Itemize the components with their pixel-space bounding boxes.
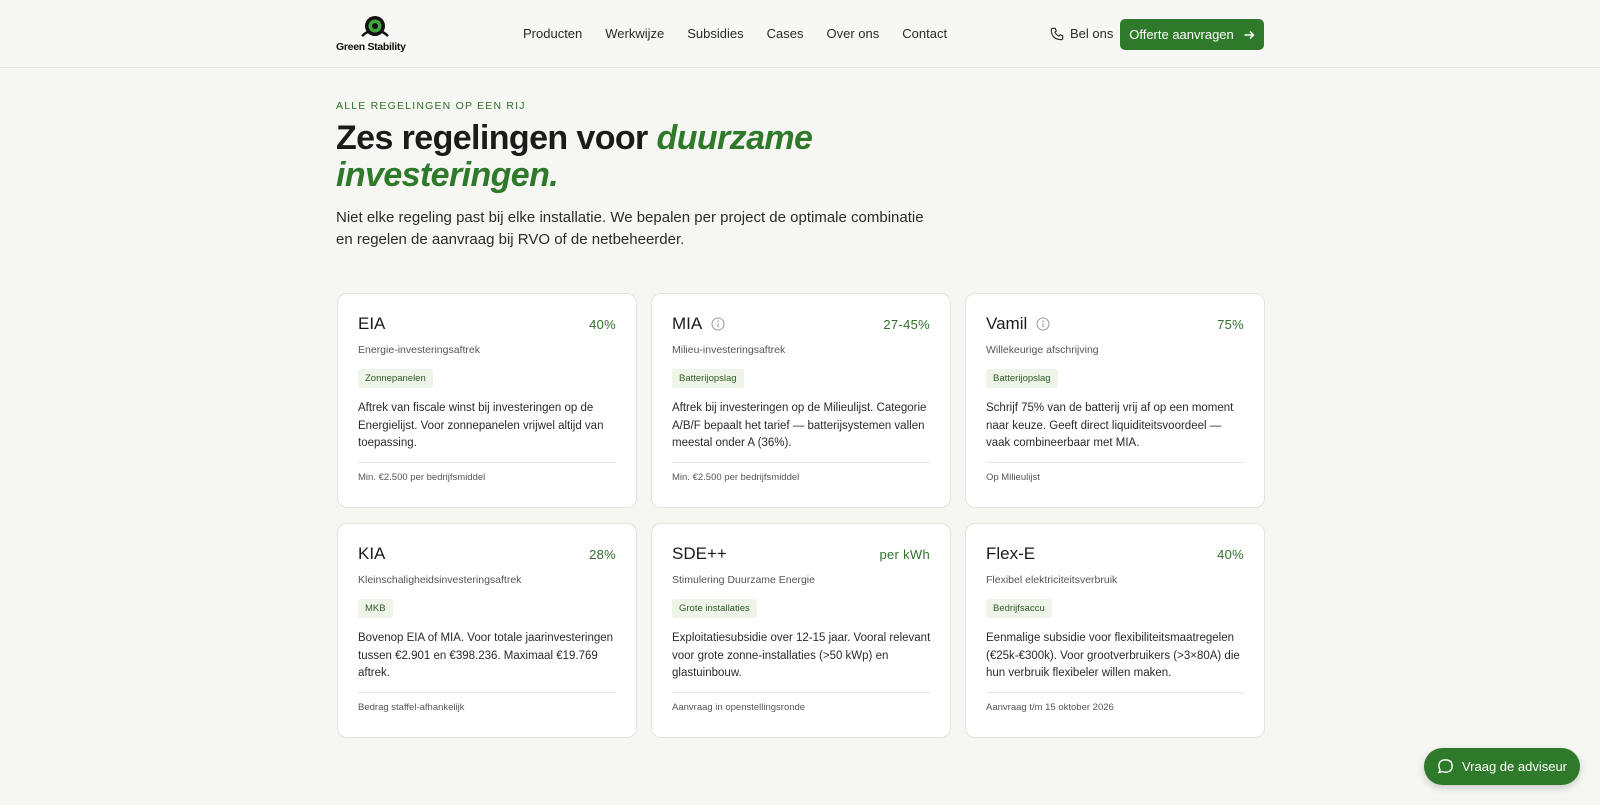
scheme-card-footer: Bedrag staffel-afhankelijk: [358, 702, 465, 713]
info-icon[interactable]: [711, 317, 725, 331]
intro-text: Niet elke regeling past bij elke install…: [336, 209, 924, 248]
scheme-card-title: MIA: [672, 314, 725, 334]
logo-text: Green Stability: [336, 41, 406, 53]
nav-item-over-ons[interactable]: Over ons: [827, 26, 880, 41]
nav-item-contact[interactable]: Contact: [902, 26, 947, 41]
scheme-card-subtitle: Milieu-investeringsaftrek: [672, 344, 786, 356]
scheme-card-rate: 28%: [589, 547, 616, 562]
scheme-card-description: Aftrek bij investeringen op de Milieulij…: [672, 402, 927, 449]
page-title-plain: Zes regelingen voor: [336, 119, 657, 157]
nav-item-producten[interactable]: Producten: [523, 26, 582, 41]
scheme-card-tag: Batterijopslag: [672, 369, 744, 388]
scheme-card-tag: Bedrijfsaccu: [986, 599, 1052, 618]
scheme-card-rate: 40%: [1217, 547, 1244, 562]
scheme-card-subtitle: Kleinschaligheidsinvesteringsaftrek: [358, 574, 522, 586]
scheme-card-title: Vamil: [986, 314, 1050, 334]
scheme-card-name: MIA: [672, 314, 703, 333]
main-nav: Producten Werkwijze Subsidies Cases Over…: [523, 26, 970, 41]
scheme-card-title: Flex-E: [986, 544, 1035, 564]
phone-icon: [1050, 27, 1064, 40]
scheme-card-footer: Op Milieulijst: [986, 472, 1040, 483]
scheme-card-description: Bovenop EIA of MIA. Voor totale jaarinve…: [358, 632, 614, 679]
scheme-card-name: Vamil: [986, 314, 1028, 333]
page-title: Zes regelingen voor duurzame investering…: [336, 120, 976, 194]
chat-advisor-button[interactable]: Vraag de adviseur: [1424, 748, 1580, 785]
call-label: Bel ons: [1070, 26, 1114, 41]
scheme-card: Flex-E 40% Flexibel elektriciteitsverbruik…: [965, 523, 1265, 738]
logo-mark-icon: [361, 16, 389, 37]
scheme-card: SDE++ per kWh Stimulering Duurzame Energie…: [651, 523, 951, 738]
scheme-card-subtitle: Flexibel elektriciteitsverbruik: [986, 574, 1118, 586]
quote-request-button[interactable]: Offerte aanvragen: [1120, 19, 1264, 50]
scheme-card-description: Eenmalige subsidie voor flexibiliteitsma…: [986, 632, 1240, 679]
scheme-card-subtitle: Willekeurige afschrijving: [986, 344, 1099, 356]
nav-item-cases[interactable]: Cases: [767, 26, 804, 41]
info-icon[interactable]: [1036, 317, 1050, 331]
quote-request-label: Offerte aanvragen: [1129, 27, 1234, 42]
scheme-card-divider: [358, 462, 616, 463]
nav-item-subsidies[interactable]: Subsidies: [687, 26, 743, 41]
scheme-card-divider: [986, 692, 1244, 693]
scheme-card: EIA 40% Energie-investeringsaftrek Zonnepan…: [337, 293, 637, 508]
scheme-card-footer: Aanvraag in openstellingsronde: [672, 702, 806, 713]
scheme-card-divider: [986, 462, 1244, 463]
scheme-card-name: Flex-E: [986, 544, 1036, 563]
scheme-card-footer: Aanvraag t/m 15 oktober 2026: [986, 702, 1114, 713]
nav-item-werkwijze[interactable]: Werkwijze: [605, 26, 664, 41]
scheme-card-tag: Zonnepanelen: [358, 369, 433, 388]
scheme-card-description: Schrijf 75% van de batterij vrij af op e…: [986, 402, 1234, 449]
scheme-card-footer: Min. €2.500 per bedrijfsmiddel: [672, 472, 800, 483]
scheme-card-subtitle: Energie-investeringsaftrek: [358, 344, 480, 356]
scheme-card-rate: per kWh: [879, 547, 930, 562]
scheme-card-tag: Batterijopslag: [986, 369, 1058, 388]
scheme-card-rate: 75%: [1217, 317, 1244, 332]
scheme-card-name: EIA: [358, 314, 386, 333]
scheme-card: KIA 28% Kleinschaligheidsinvesteringsaftre…: [337, 523, 637, 738]
scheme-card-rate: 40%: [589, 317, 616, 332]
scheme-card-divider: [358, 692, 616, 693]
chat-bubble-icon: [1438, 759, 1453, 774]
chat-advisor-label: Vraag de adviseur: [1461, 759, 1568, 774]
scheme-card-tag: MKB: [358, 599, 393, 618]
scheme-card-title: KIA: [358, 544, 385, 564]
scheme-card-subtitle: Stimulering Duurzame Energie: [672, 574, 815, 586]
call-link[interactable]: Bel ons: [1050, 26, 1113, 41]
scheme-card-divider: [672, 692, 930, 693]
scheme-card-title: SDE++: [672, 544, 727, 564]
scheme-card: MIA 27-45% Milieu-investeringsaftrek Batter…: [651, 293, 951, 508]
scheme-card-title: EIA: [358, 314, 385, 334]
site-header: Green Stability Producten Werkwijze Subs…: [0, 0, 1600, 68]
scheme-card-divider: [672, 462, 930, 463]
scheme-card-name: KIA: [358, 544, 386, 563]
scheme-card-description: Aftrek van fiscale winst bij investering…: [358, 402, 604, 449]
scheme-card-description: Exploitatiesubsidie over 12-15 jaar. Voo…: [672, 632, 931, 679]
arrow-right-icon: [1244, 30, 1255, 39]
scheme-card-footer: Min. €2.500 per bedrijfsmiddel: [358, 472, 486, 483]
scheme-card-tag: Grote installaties: [672, 599, 757, 618]
section-eyebrow: Alle regelingen op een rij: [336, 100, 526, 112]
scheme-card-name: SDE++: [672, 544, 727, 563]
scheme-card-rate: 27-45%: [883, 317, 930, 332]
scheme-card: Vamil 75% Willekeurige afschrijving Batteri…: [965, 293, 1265, 508]
logo[interactable]: Green Stability: [336, 14, 416, 54]
